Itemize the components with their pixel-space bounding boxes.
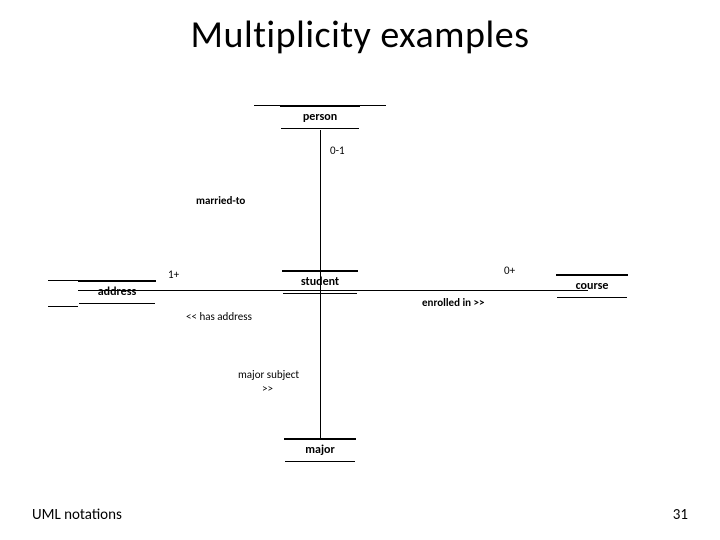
multiplicity-address: 1+ (168, 268, 179, 281)
uml-diagram: person 0-1 married-to student address 1+… (0, 0, 720, 540)
address-bottom-line (48, 306, 78, 307)
class-course: course (556, 274, 628, 276)
class-address: address (78, 280, 156, 282)
page-number: 31 (673, 506, 688, 524)
assoc-has-address: << has address (186, 310, 252, 323)
address-top-line (48, 280, 78, 281)
assoc-major-subject-line1: major subject (238, 368, 299, 381)
class-person: person (280, 105, 360, 107)
slide: Multiplicity examples person 0-1 married… (0, 0, 720, 540)
class-major: major (284, 438, 356, 440)
class-student: student (282, 270, 358, 272)
assoc-married-to: married-to (196, 194, 245, 207)
footer-text: UML notations (32, 506, 122, 524)
multiplicity-person: 0-1 (330, 144, 345, 157)
assoc-major-subject-line2: >> (262, 382, 273, 395)
assoc-enrolled-in: enrolled in >> (422, 296, 485, 309)
multiplicity-course: 0+ (504, 264, 515, 277)
